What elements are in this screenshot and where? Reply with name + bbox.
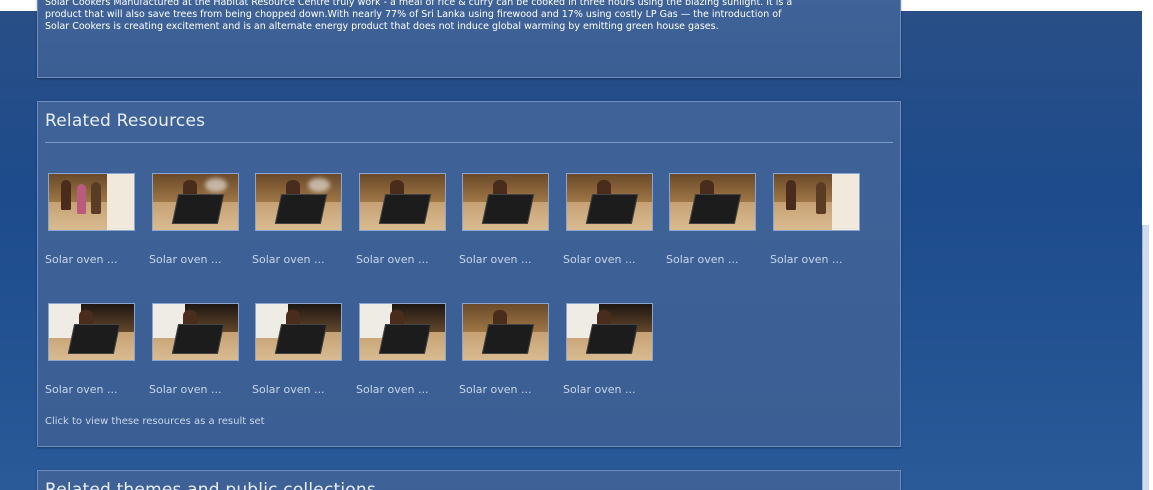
description-line: Solar Cookers is creating excitement and…	[45, 21, 719, 32]
scrollbar[interactable]	[1142, 225, 1149, 490]
thumbnail-caption[interactable]: Solar oven ...	[356, 383, 429, 396]
thumbnail-image[interactable]	[669, 173, 756, 231]
resource-thumbnail-item[interactable]: Solar oven ...	[45, 303, 145, 403]
thumbnail-caption[interactable]: Solar oven ...	[563, 253, 636, 266]
thumbnail-image[interactable]	[255, 173, 342, 231]
thumbnail-image[interactable]	[359, 303, 446, 361]
thumbnail-caption[interactable]: Solar oven ...	[459, 253, 532, 266]
description-line: Solar Cookers Manufactured at the Habita…	[45, 0, 793, 8]
thumbnail-image[interactable]	[48, 303, 135, 361]
thumbnail-image[interactable]	[566, 173, 653, 231]
thumbnail-caption[interactable]: Solar oven ...	[45, 253, 118, 266]
resource-thumbnail-item[interactable]: Solar oven ...	[666, 173, 766, 273]
resource-description: Solar Cookers Manufactured at the Habita…	[45, 0, 895, 33]
thumbnail-caption[interactable]: Solar oven ...	[459, 383, 532, 396]
resource-thumbnail-item[interactable]: Solar oven ...	[356, 173, 456, 273]
thumbnail-caption[interactable]: Solar oven ...	[356, 253, 429, 266]
thumbnail-image[interactable]	[255, 303, 342, 361]
related-resources-title: Related Resources	[45, 111, 206, 131]
title-divider	[45, 142, 893, 143]
description-panel: Solar Cookers Manufactured at the Habita…	[37, 0, 901, 78]
related-themes-title: Related themes and public collections	[45, 480, 376, 490]
thumbnail-caption[interactable]: Solar oven ...	[252, 253, 325, 266]
thumbnail-image[interactable]	[359, 173, 446, 231]
thumbnail-image[interactable]	[773, 173, 860, 231]
thumbnail-image[interactable]	[152, 303, 239, 361]
thumbnail-caption[interactable]: Solar oven ...	[149, 253, 222, 266]
thumbnail-caption[interactable]: Solar oven ...	[45, 383, 118, 396]
thumbnail-image[interactable]	[462, 303, 549, 361]
thumbnail-image[interactable]	[566, 303, 653, 361]
resource-thumbnail-item[interactable]: Solar oven ...	[149, 303, 249, 403]
resource-thumbnail-item[interactable]: Solar oven ...	[459, 173, 559, 273]
thumbnail-caption[interactable]: Solar oven ...	[252, 383, 325, 396]
related-resources-panel: Related Resources Solar oven ... Solar o…	[37, 101, 901, 447]
thumbnail-image[interactable]	[48, 173, 135, 231]
related-themes-panel: Related themes and public collections	[37, 470, 901, 490]
view-as-result-set-link[interactable]: Click to view these resources as a resul…	[45, 416, 265, 427]
resource-thumbnail-item[interactable]: Solar oven ...	[356, 303, 456, 403]
resource-thumbnail-item[interactable]: Solar oven ...	[459, 303, 559, 403]
thumbnail-caption[interactable]: Solar oven ...	[666, 253, 739, 266]
resource-thumbnail-item[interactable]: Solar oven ...	[563, 173, 663, 273]
thumbnail-image[interactable]	[152, 173, 239, 231]
resource-thumbnail-item[interactable]: Solar oven ...	[252, 303, 352, 403]
resource-thumbnail-item[interactable]: Solar oven ...	[45, 173, 145, 273]
resource-thumbnail-item[interactable]: Solar oven ...	[770, 173, 870, 273]
resource-thumbnail-item[interactable]: Solar oven ...	[252, 173, 352, 273]
resource-thumbnail-item[interactable]: Solar oven ...	[563, 303, 663, 403]
thumbnail-caption[interactable]: Solar oven ...	[770, 253, 843, 266]
thumbnail-caption[interactable]: Solar oven ...	[149, 383, 222, 396]
resource-thumbnail-item[interactable]: Solar oven ...	[149, 173, 249, 273]
thumbnail-image[interactable]	[462, 173, 549, 231]
description-line: product that will also save trees from b…	[45, 9, 782, 20]
thumbnail-caption[interactable]: Solar oven ...	[563, 383, 636, 396]
